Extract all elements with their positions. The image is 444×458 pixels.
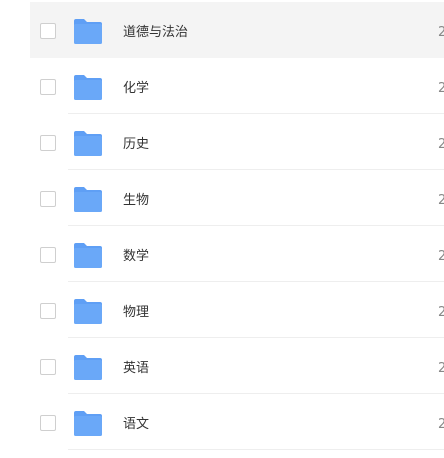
folder-icon[interactable] xyxy=(73,297,103,325)
folder-icon[interactable] xyxy=(73,185,103,213)
file-meta: 2 xyxy=(438,193,444,208)
row-checkbox[interactable] xyxy=(40,191,56,207)
folder-icon[interactable] xyxy=(73,17,103,45)
file-row[interactable]: 数学 2 xyxy=(30,226,444,282)
file-row[interactable]: 历史 2 xyxy=(30,114,444,170)
file-name[interactable]: 语文 xyxy=(123,394,149,450)
file-meta: 2 xyxy=(438,25,444,40)
folder-icon[interactable] xyxy=(73,353,103,381)
file-meta: 2 xyxy=(438,81,444,96)
row-checkbox[interactable] xyxy=(40,415,56,431)
row-checkbox[interactable] xyxy=(40,303,56,319)
file-row[interactable]: 英语 2 xyxy=(30,338,444,394)
file-meta: 2 xyxy=(438,249,444,264)
file-row[interactable]: 化学 2 xyxy=(30,58,444,114)
file-row[interactable]: 生物 2 xyxy=(30,170,444,226)
row-checkbox[interactable] xyxy=(40,359,56,375)
file-meta: 2 xyxy=(438,305,444,320)
row-divider xyxy=(68,449,444,450)
file-name[interactable]: 道德与法治 xyxy=(123,2,188,58)
file-meta: 2 xyxy=(438,361,444,376)
row-checkbox[interactable] xyxy=(40,247,56,263)
file-row[interactable]: 语文 2 xyxy=(30,394,444,450)
file-meta: 2 xyxy=(438,417,444,432)
file-name[interactable]: 历史 xyxy=(123,114,149,170)
folder-icon[interactable] xyxy=(73,409,103,437)
file-name[interactable]: 数学 xyxy=(123,226,149,282)
file-name[interactable]: 物理 xyxy=(123,282,149,338)
file-list: 道德与法治 2 化学 2 历史 2 生物 2 数学 2 物理 2 英语 2 语文… xyxy=(0,0,444,458)
row-checkbox[interactable] xyxy=(40,23,56,39)
file-name[interactable]: 生物 xyxy=(123,170,149,226)
row-checkbox[interactable] xyxy=(40,79,56,95)
file-name[interactable]: 英语 xyxy=(123,338,149,394)
folder-icon[interactable] xyxy=(73,73,103,101)
file-meta: 2 xyxy=(438,137,444,152)
folder-icon[interactable] xyxy=(73,129,103,157)
file-row[interactable]: 物理 2 xyxy=(30,282,444,338)
folder-icon[interactable] xyxy=(73,241,103,269)
file-name[interactable]: 化学 xyxy=(123,58,149,114)
file-row[interactable]: 道德与法治 2 xyxy=(30,2,444,58)
row-checkbox[interactable] xyxy=(40,135,56,151)
